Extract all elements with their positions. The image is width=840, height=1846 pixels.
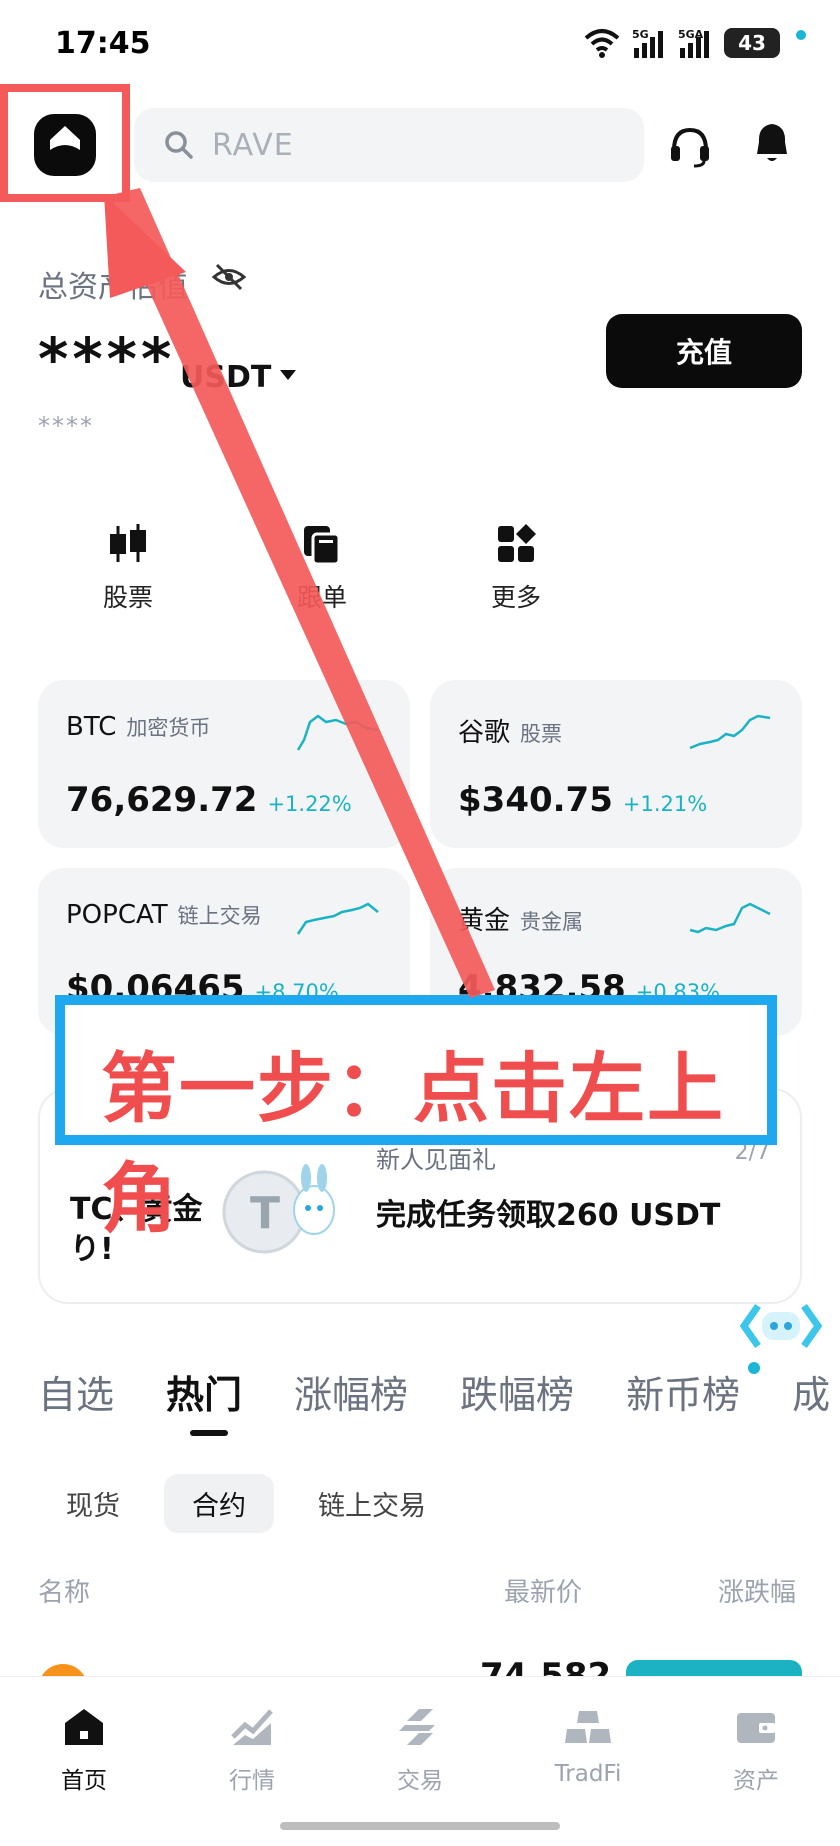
- nav-label: 行情: [229, 1768, 275, 1794]
- copy-trade-icon: [304, 526, 341, 566]
- assets-sub-value: ****: [38, 412, 94, 440]
- status-time: 17:45: [55, 26, 151, 61]
- tab-volume[interactable]: 成: [792, 1364, 830, 1424]
- sparkline-chart: [689, 714, 771, 750]
- floating-assistant-icon[interactable]: [736, 1298, 826, 1354]
- quick-action-more[interactable]: 更多: [456, 520, 576, 614]
- card-tag: 加密货币: [126, 716, 211, 740]
- deposit-button[interactable]: 充值: [606, 314, 802, 388]
- nav-home[interactable]: 首页: [24, 1705, 144, 1795]
- notification-dot: [796, 30, 806, 40]
- quick-action-label: 跟单: [296, 583, 347, 612]
- customer-service-icon[interactable]: [668, 124, 712, 168]
- home-icon: [65, 1709, 103, 1745]
- search-input[interactable]: RAVE: [134, 108, 644, 182]
- card-tag: 贵金属: [520, 910, 584, 934]
- tab-new-coins[interactable]: 新币榜: [626, 1364, 740, 1424]
- sparkline-chart: [296, 714, 379, 751]
- quick-action-label: 股票: [102, 583, 153, 612]
- avatar-highlight: [0, 84, 130, 202]
- home-indicator[interactable]: [280, 1822, 560, 1830]
- total-assets-label: 总资产估值: [38, 270, 188, 305]
- grid-more-icon: [498, 524, 536, 562]
- column-header-price: 最新价: [504, 1578, 583, 1608]
- card-name: POPCAT: [66, 900, 168, 930]
- column-header-name: 名称: [38, 1578, 91, 1608]
- gold-bars-icon: [565, 1711, 611, 1743]
- card-change: +1.22%: [267, 792, 352, 816]
- currency-unit[interactable]: USDT: [180, 360, 271, 395]
- nav-label: 交易: [397, 1768, 443, 1794]
- bottom-navigation: 首页 行情 交易 TradFi 资产: [0, 1676, 840, 1846]
- nav-trade[interactable]: 交易: [360, 1705, 480, 1795]
- search-placeholder: RAVE: [212, 127, 294, 163]
- quick-action-label: 更多: [490, 583, 541, 612]
- status-icons: 5G 5GA 43: [582, 28, 780, 58]
- card-name: BTC: [66, 712, 117, 742]
- wifi-icon: [584, 29, 620, 58]
- market-card-btc[interactable]: BTC 加密货币 76,629.72 +1.22%: [38, 680, 410, 848]
- tab-hot[interactable]: 热门: [166, 1364, 242, 1424]
- svg-text:5G: 5G: [632, 28, 649, 41]
- total-assets-value: ****: [38, 325, 176, 393]
- active-tab-indicator: [190, 1430, 228, 1436]
- market-card-google[interactable]: 谷歌 股票 $340.75 +1.21%: [430, 680, 802, 848]
- nav-market[interactable]: 行情: [192, 1705, 312, 1795]
- notification-bell-icon[interactable]: [752, 120, 792, 166]
- signal-5ga-icon: 5GA: [678, 28, 709, 58]
- nav-tradfi[interactable]: TradFi: [528, 1705, 648, 1787]
- nav-assets[interactable]: 资产: [696, 1705, 816, 1795]
- eye-off-icon[interactable]: [212, 262, 246, 292]
- nav-label: 首页: [61, 1768, 107, 1794]
- column-header-change: 涨跌幅: [718, 1578, 797, 1608]
- search-icon: [165, 131, 193, 159]
- card-tag: 股票: [520, 722, 563, 746]
- market-tabs: 自选 热门 涨幅榜 跌幅榜 新币榜 成: [38, 1364, 840, 1424]
- tutorial-callout: 第一步：点击左上角: [55, 995, 777, 1243]
- subtab-onchain[interactable]: 链上交易: [290, 1474, 454, 1533]
- tutorial-text: 第一步：点击左上角: [101, 1044, 725, 1243]
- card-name: 黄金: [458, 906, 511, 936]
- tab-gainers[interactable]: 涨幅榜: [294, 1364, 408, 1424]
- trade-swap-icon: [399, 1709, 435, 1745]
- quick-action-copy-trade[interactable]: 跟单: [262, 520, 382, 614]
- sparkline-chart: [296, 902, 379, 935]
- tab-watchlist[interactable]: 自选: [38, 1364, 114, 1424]
- card-price: 76,629.72: [66, 780, 258, 820]
- nav-label: TradFi: [554, 1761, 622, 1787]
- candlestick-icon: [110, 524, 146, 562]
- card-change: +1.21%: [622, 792, 708, 816]
- wallet-icon: [737, 1713, 775, 1743]
- subtab-spot[interactable]: 现货: [38, 1474, 148, 1533]
- subtab-futures[interactable]: 合约: [164, 1474, 274, 1533]
- status-bar: 17:45 5G 5GA 43: [0, 0, 840, 90]
- card-name: 谷歌: [458, 718, 511, 748]
- signal-5g-icon: 5G: [632, 28, 663, 58]
- quick-action-stocks[interactable]: 股票: [68, 520, 188, 614]
- tab-losers[interactable]: 跌幅榜: [460, 1364, 574, 1424]
- sparkline-chart: [689, 902, 771, 934]
- card-tag: 链上交易: [177, 904, 262, 928]
- market-subtabs: 现货 合约 链上交易: [38, 1474, 470, 1533]
- card-price: $340.75: [458, 780, 613, 820]
- battery-icon: 43: [724, 28, 780, 58]
- caret-down-icon[interactable]: [280, 370, 296, 380]
- market-chart-icon: [231, 1709, 273, 1745]
- nav-label: 资产: [733, 1768, 779, 1794]
